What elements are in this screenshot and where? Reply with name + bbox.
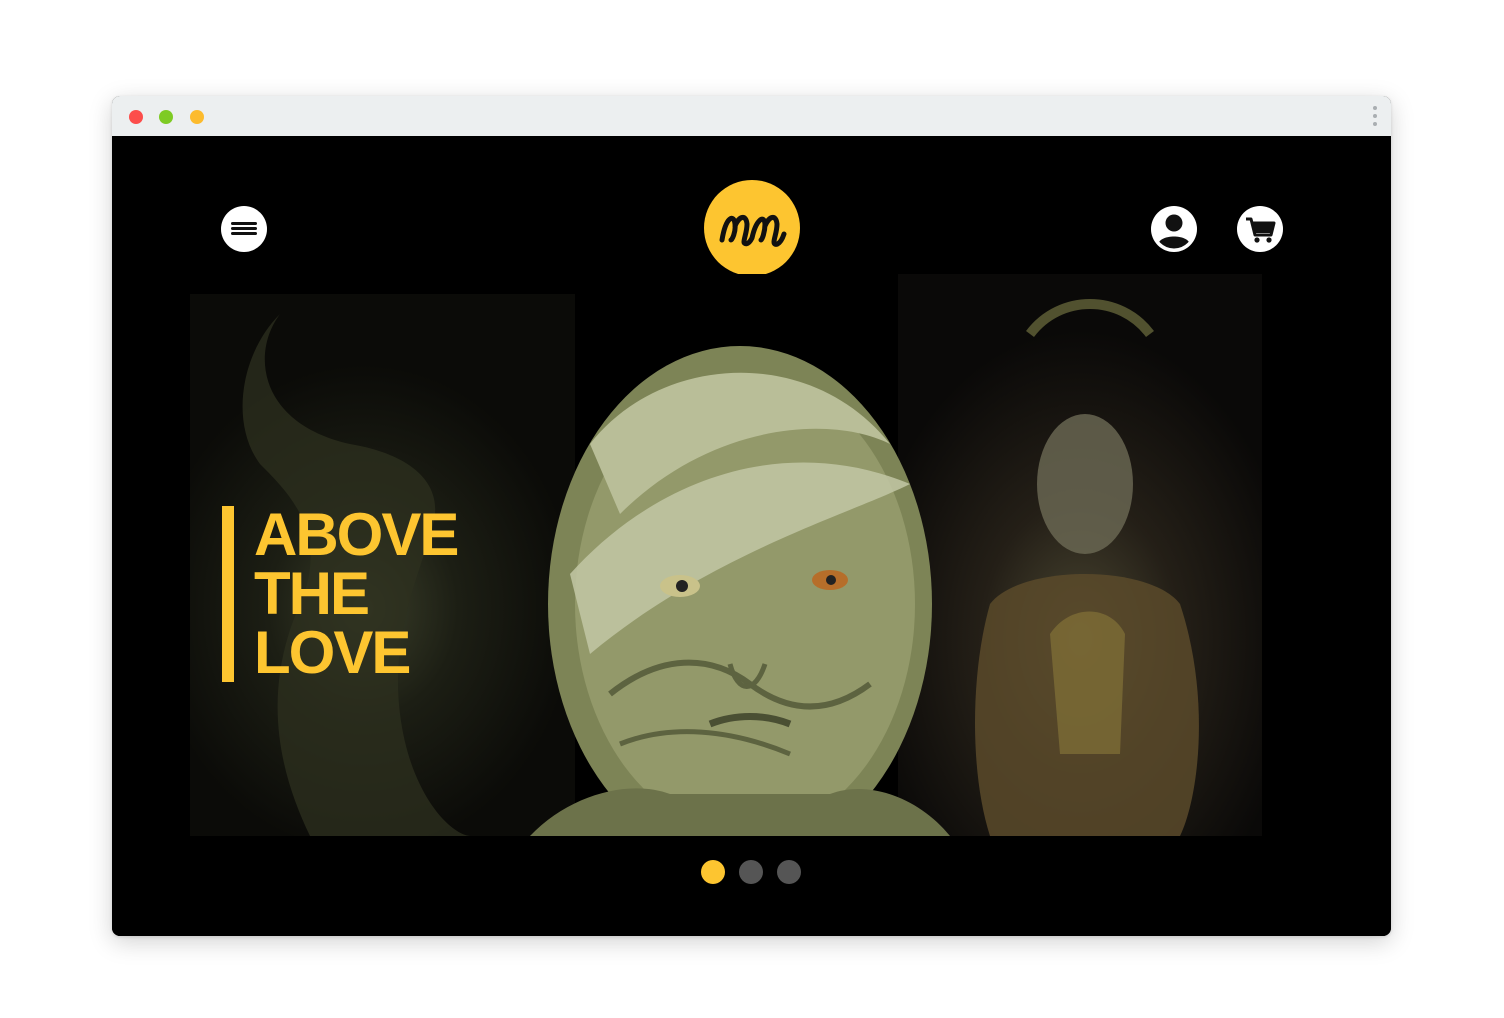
close-window-button[interactable] bbox=[129, 110, 143, 124]
headline-line-1: ABOVE bbox=[254, 501, 459, 568]
kebab-menu-icon[interactable] bbox=[1372, 106, 1378, 128]
brand-logo[interactable] bbox=[704, 180, 800, 276]
browser-window: ABOVE THE LOVE bbox=[112, 96, 1391, 936]
carousel-dot-2[interactable] bbox=[739, 860, 763, 884]
page-viewport: ABOVE THE LOVE bbox=[112, 136, 1391, 936]
hero-headline: ABOVE THE LOVE bbox=[222, 501, 459, 686]
headline-line-3: LOVE bbox=[254, 619, 411, 686]
maximize-window-button[interactable] bbox=[190, 110, 204, 124]
user-account-icon[interactable] bbox=[1151, 206, 1197, 252]
shopping-cart-icon[interactable] bbox=[1237, 206, 1283, 252]
hamburger-menu-icon[interactable] bbox=[221, 206, 267, 252]
hero-banner: ABOVE THE LOVE bbox=[190, 274, 1262, 836]
carousel-dot-3[interactable] bbox=[777, 860, 801, 884]
logo-monogram bbox=[719, 215, 787, 247]
headline-line-2: THE bbox=[254, 560, 370, 627]
carousel-dot-1[interactable] bbox=[701, 860, 725, 884]
browser-titlebar bbox=[112, 96, 1391, 136]
minimize-window-button[interactable] bbox=[159, 110, 173, 124]
